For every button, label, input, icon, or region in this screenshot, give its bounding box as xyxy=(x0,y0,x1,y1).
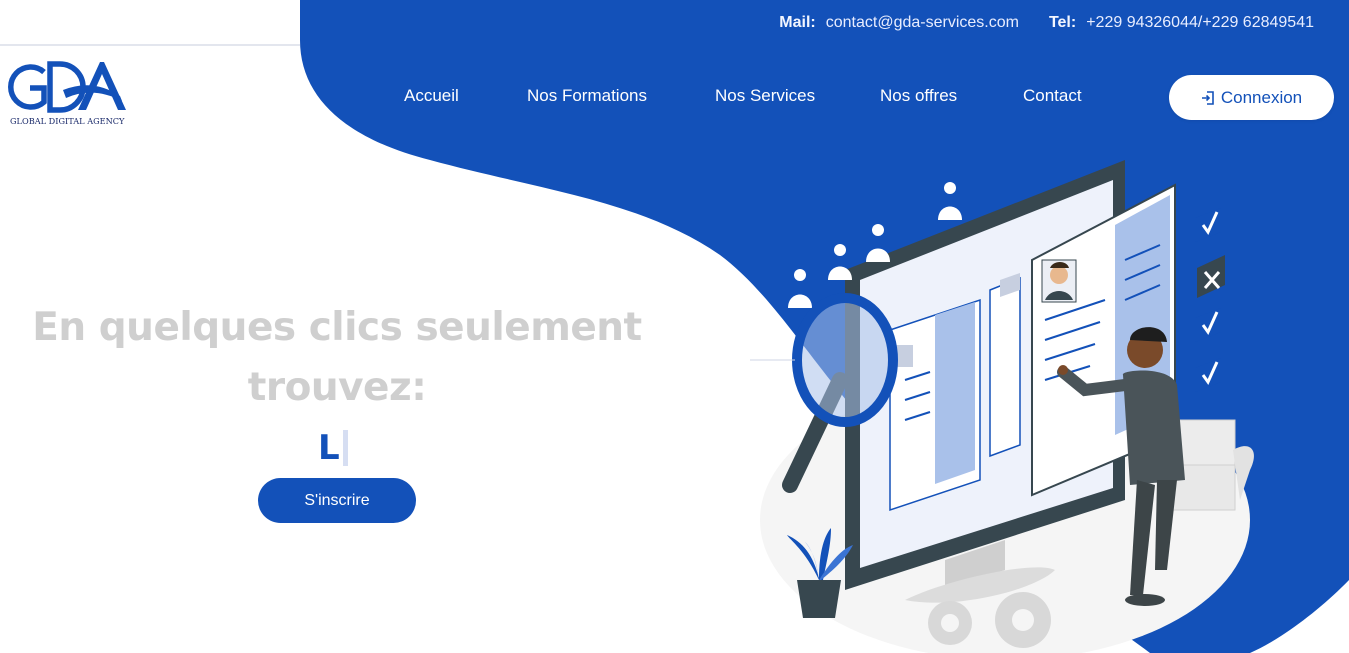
hero-headline: En quelques clics seulement xyxy=(32,305,642,350)
hero-subheadline: trouvez: xyxy=(247,365,427,410)
mail-link[interactable]: contact@gda-services.com xyxy=(826,14,1019,32)
mail-label: Mail: xyxy=(779,14,816,31)
login-button[interactable]: Connexion xyxy=(1169,75,1334,120)
typing-caret xyxy=(342,430,348,466)
check-icon xyxy=(1195,358,1221,392)
check-icon xyxy=(1195,208,1221,242)
tel-label: Tel: xyxy=(1048,14,1077,31)
typed-text: L xyxy=(318,428,348,468)
typed-word: L xyxy=(318,428,340,468)
nav-item-contact[interactable]: Contact xyxy=(1023,86,1082,106)
signup-button[interactable]: S'inscrire xyxy=(258,478,416,523)
contact-bar: Mail: contact@gda-services.com Tel: +229… xyxy=(779,12,1314,34)
check-icon xyxy=(1195,308,1221,342)
cross-icon xyxy=(1197,255,1225,298)
recruitment-search-illustration xyxy=(750,160,1254,653)
nav-item-accueil[interactable]: Accueil xyxy=(404,86,459,106)
main-nav: Accueil Nos Formations Nos Services Nos … xyxy=(0,86,1349,110)
nav-item-offres[interactable]: Nos offres xyxy=(880,86,957,106)
header-divider xyxy=(0,44,300,46)
tel-link[interactable]: +229 94326044/+229 62849541 xyxy=(1086,14,1314,32)
nav-item-formations[interactable]: Nos Formations xyxy=(527,86,647,106)
logo-tagline: GLOBAL DIGITAL AGENCY xyxy=(10,116,125,126)
nav-item-services[interactable]: Nos Services xyxy=(715,86,815,106)
sign-in-icon xyxy=(1201,90,1214,105)
login-label: Connexion xyxy=(1220,87,1303,107)
